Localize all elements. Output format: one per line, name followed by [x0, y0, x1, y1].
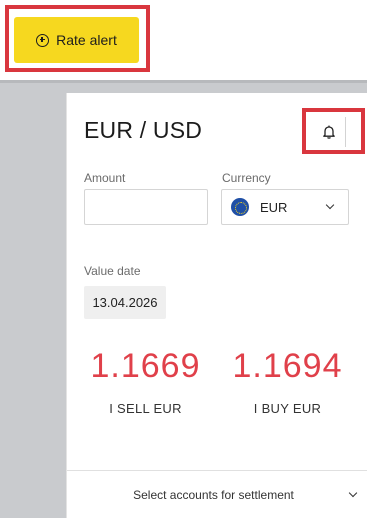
- chevron-down-icon: [325, 200, 335, 210]
- rate-alert-bell-button[interactable]: [312, 117, 346, 147]
- eu-flag-icon: [231, 198, 249, 216]
- chevron-down-icon: [348, 488, 358, 497]
- amount-label: Amount: [84, 171, 126, 185]
- buy-rate-caption: I BUY EUR: [253, 401, 322, 416]
- amount-input[interactable]: [84, 189, 208, 225]
- fx-widget-card: EUR / USD Amount Currency EUR Value date…: [66, 93, 367, 518]
- currency-label: Currency: [222, 171, 271, 185]
- value-date-picker[interactable]: 13.04.2026: [84, 286, 166, 319]
- currency-selected-value: EUR: [260, 199, 288, 215]
- settlement-accounts-dropdown[interactable]: Select accounts for settlement: [67, 471, 367, 518]
- buy-rate-value[interactable]: 1.1694: [225, 347, 350, 386]
- screen: Rate alert EUR / USD Amount Currency EUR…: [0, 0, 367, 518]
- bell-icon: [322, 125, 335, 139]
- currency-pair-title: EUR / USD: [84, 117, 203, 143]
- settlement-label: Select accounts for settlement: [133, 487, 294, 502]
- rate-alert-label: Rate alert: [56, 32, 117, 48]
- currency-select[interactable]: EUR: [221, 189, 349, 225]
- sell-rate-value[interactable]: 1.1669: [83, 347, 208, 386]
- value-date-label: Value date: [84, 264, 141, 278]
- backdrop-divider: [0, 80, 367, 83]
- sell-rate-caption: I SELL EUR: [109, 401, 182, 416]
- rate-alert-button[interactable]: Rate alert: [14, 17, 139, 63]
- plus-circle-icon: [36, 33, 50, 47]
